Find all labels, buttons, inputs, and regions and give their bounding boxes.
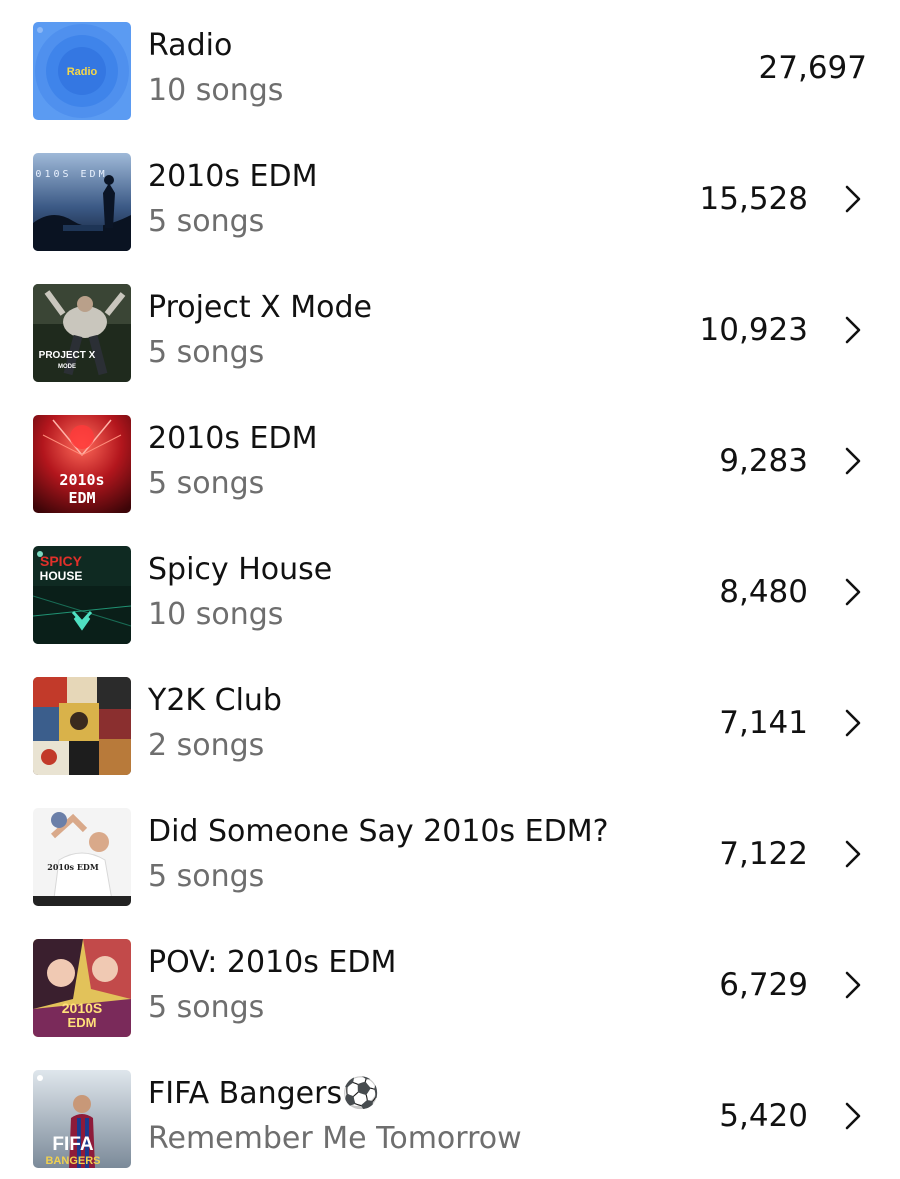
playlist-row-y2k-club[interactable]: Y2K Club 2 songs 7,141 [0, 655, 900, 786]
play-count: 15,528 [699, 181, 808, 217]
playlist-title: POV: 2010s EDM [148, 945, 397, 980]
playlist-row-spicy-house[interactable]: SPICY HOUSE Spicy House 10 songs 8,480 [0, 524, 900, 655]
playlist-subtitle: 5 songs [148, 466, 265, 501]
collage-cover [33, 677, 131, 775]
playlist-subtitle: Remember Me Tomorrow [148, 1121, 522, 1156]
playlist-subtitle: 10 songs [148, 597, 284, 632]
cover-sublabel: EDM [68, 489, 95, 507]
play-count: 7,141 [719, 705, 808, 741]
playlist-subtitle: 5 songs [148, 859, 265, 894]
play-count: 27,697 [758, 50, 867, 86]
playlist-title: Y2K Club [148, 683, 282, 718]
red-stage-cover: 2010s EDM [33, 415, 131, 513]
play-count: 9,283 [719, 443, 808, 479]
chevron-right-icon[interactable] [842, 1101, 864, 1131]
playlist-row-radio[interactable]: Radio Radio 10 songs 27,697 [0, 0, 900, 131]
playlist-row-did-someone-say[interactable]: 2010s EDM Did Someone Say 2010s EDM? 5 s… [0, 786, 900, 917]
chevron-right-icon[interactable] [842, 708, 864, 738]
playlist-title: 2010s EDM [148, 159, 318, 194]
chevron-right-icon[interactable] [842, 446, 864, 476]
playlist-title: Did Someone Say 2010s EDM? [148, 814, 609, 849]
play-count: 10,923 [699, 312, 808, 348]
chevron-right-icon[interactable] [842, 970, 864, 1000]
cover-label: 2010S EDM [33, 169, 108, 180]
cover-label: Radio [67, 66, 98, 78]
play-count: 5,420 [719, 1098, 808, 1134]
illustrated-cover: 2010S EDM [33, 939, 131, 1037]
playlist-row-fifa-bangers[interactable]: FIFA BANGERS FIFA Bangers⚽ Remember Me T… [0, 1048, 900, 1179]
cover-sublabel: MODE [58, 364, 76, 370]
playlist-subtitle: 2 songs [148, 728, 265, 763]
cover-label: 2010s EDM [47, 862, 99, 872]
playlist-title: FIFA Bangers⚽ [148, 1076, 380, 1111]
playlist-row-2010s-edm[interactable]: 2010S EDM 2010s EDM 5 songs 15,528 [0, 131, 900, 262]
green-club-cover: SPICY HOUSE [33, 546, 131, 644]
playlist-row-pov-2010s-edm[interactable]: 2010S EDM POV: 2010s EDM 5 songs 6,729 [0, 917, 900, 1048]
cover-sublabel: BANGERS [45, 1155, 100, 1167]
playlist-subtitle: 5 songs [148, 990, 265, 1025]
playlist-subtitle: 5 songs [148, 335, 265, 370]
playlist-title: Project X Mode [148, 290, 373, 325]
playlist-subtitle: 10 songs [148, 73, 284, 108]
football-cover: FIFA BANGERS [33, 1070, 131, 1168]
party-person-cover: PROJECT X MODE [33, 284, 131, 382]
play-count: 7,122 [719, 836, 808, 872]
playlist-title: 2010s EDM [148, 421, 318, 456]
cover-label: SPICY [40, 553, 83, 569]
cover-sublabel: EDM [68, 1015, 97, 1030]
playlist-title: Radio [148, 28, 233, 63]
chevron-right-icon[interactable] [842, 839, 864, 869]
play-count: 6,729 [719, 967, 808, 1003]
chevron-right-icon[interactable] [842, 184, 864, 214]
cover-sublabel: HOUSE [40, 569, 83, 583]
edm-crowd-cover: 2010S EDM [33, 153, 131, 251]
figure-cover: 2010s EDM [33, 808, 131, 906]
playlist-subtitle: 5 songs [148, 204, 265, 239]
playlist-row-2010s-edm-red[interactable]: 2010s EDM 2010s EDM 5 songs 9,283 [0, 393, 900, 524]
radio-cover: Radio [33, 22, 131, 120]
chevron-right-icon[interactable] [842, 577, 864, 607]
playlist-title: Spicy House [148, 552, 333, 587]
cover-label: FIFA [52, 1134, 93, 1155]
chevron-right-icon[interactable] [842, 315, 864, 345]
playlist-row-project-x-mode[interactable]: PROJECT X MODE Project X Mode 5 songs 10… [0, 262, 900, 393]
play-count: 8,480 [719, 574, 808, 610]
cover-label: 2010s [59, 471, 104, 489]
cover-label: 2010S [62, 1000, 102, 1016]
cover-label: PROJECT X [39, 350, 96, 361]
